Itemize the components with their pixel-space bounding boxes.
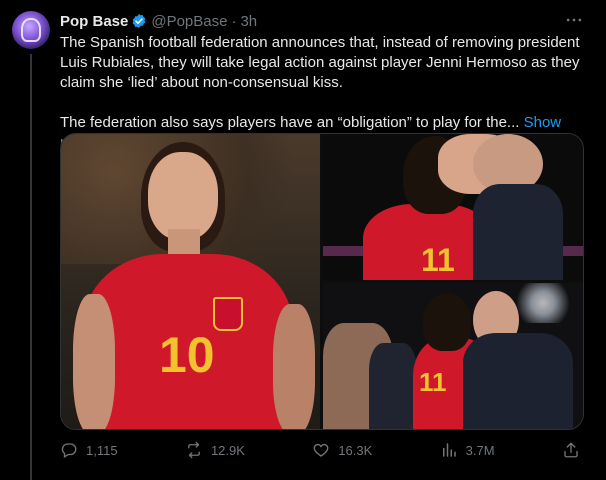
media-photo-bottom-right[interactable]: 11 <box>323 283 583 429</box>
jersey-number-11-top: 11 <box>421 242 455 278</box>
tweet-time[interactable]: 3h <box>240 13 257 30</box>
repost-count: 12.9K <box>210 442 245 458</box>
more-icon[interactable] <box>564 10 584 30</box>
tweet-actions-bar: 1,115 12.9K 16.3K 3.7M <box>60 440 580 460</box>
thread-line <box>30 54 32 480</box>
author-name[interactable]: Pop Base <box>60 13 128 30</box>
repost-button[interactable]: 12.9K <box>185 441 245 459</box>
like-count: 16.3K <box>338 442 373 458</box>
reply-icon <box>61 443 77 458</box>
reply-count: 1,115 <box>86 442 118 458</box>
spain-crest <box>213 297 243 331</box>
separator-dot: · <box>231 12 237 30</box>
tweet-media-grid: 10 11 11 <box>60 133 584 430</box>
tweet-paragraph-1: The Spanish football federation announce… <box>60 34 580 91</box>
views-button[interactable]: 3.7M <box>440 441 495 459</box>
views-icon <box>442 443 456 457</box>
jersey-number-10: 10 <box>159 327 215 383</box>
like-icon <box>313 443 329 457</box>
author-handle[interactable]: @PopBase <box>151 13 227 30</box>
media-photo-top-right[interactable]: 11 <box>323 134 583 280</box>
reply-button[interactable]: 1,115 <box>60 441 118 459</box>
share-icon <box>564 442 578 458</box>
views-count: 3.7M <box>465 442 495 458</box>
repost-icon <box>188 441 200 459</box>
verified-badge-icon <box>133 14 146 28</box>
tweet-paragraph-2-text: The federation also says players have an… <box>60 114 520 131</box>
tweet-header: Pop Base @PopBase · 3h <box>60 11 257 31</box>
media-photo-player-10[interactable]: 10 <box>61 134 320 429</box>
pop-base-avatar[interactable] <box>12 11 50 49</box>
jersey-number-11-bottom: 11 <box>419 367 447 397</box>
share-button[interactable] <box>562 441 580 459</box>
like-button[interactable]: 16.3K <box>312 441 372 459</box>
